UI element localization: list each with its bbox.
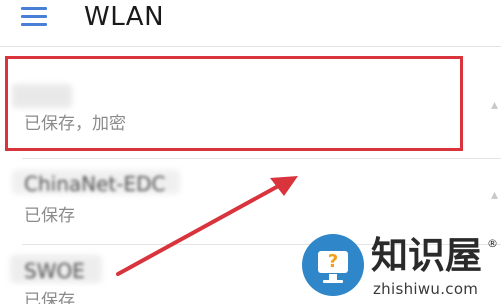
network-status: 已保存 (24, 206, 75, 226)
registered-mark: ® (487, 237, 498, 250)
page-title: WLAN (84, 2, 165, 32)
logo-screen: ? (318, 251, 348, 273)
header-divider (0, 46, 501, 47)
wifi-signal-icon: ▴ (491, 187, 499, 203)
network-ssid: SWOE (24, 259, 85, 283)
watermark: ? 知识屋 ® zhishiwu.com (300, 230, 501, 304)
menu-line-middle (21, 15, 47, 18)
menu-line-bottom (21, 23, 47, 26)
network-ssid: ChinaNet-EDC (24, 172, 166, 196)
network-status: 已保存 (24, 291, 75, 304)
watermark-url: zhishiwu.com (373, 280, 479, 298)
monitor-question-icon: ? (302, 234, 364, 296)
hamburger-menu-icon[interactable] (21, 6, 47, 28)
menu-line-top (21, 7, 47, 10)
wlan-settings-screen: WLAN D 已保存，加密 ▴ ChinaNet-EDC 已保存 ▴ SWOE … (0, 0, 501, 304)
app-header: WLAN (0, 0, 501, 46)
highlight-box (5, 56, 463, 151)
wifi-signal-icon: ▴ (491, 97, 499, 113)
watermark-title: 知识屋 (371, 234, 482, 277)
logo-base (323, 280, 343, 283)
